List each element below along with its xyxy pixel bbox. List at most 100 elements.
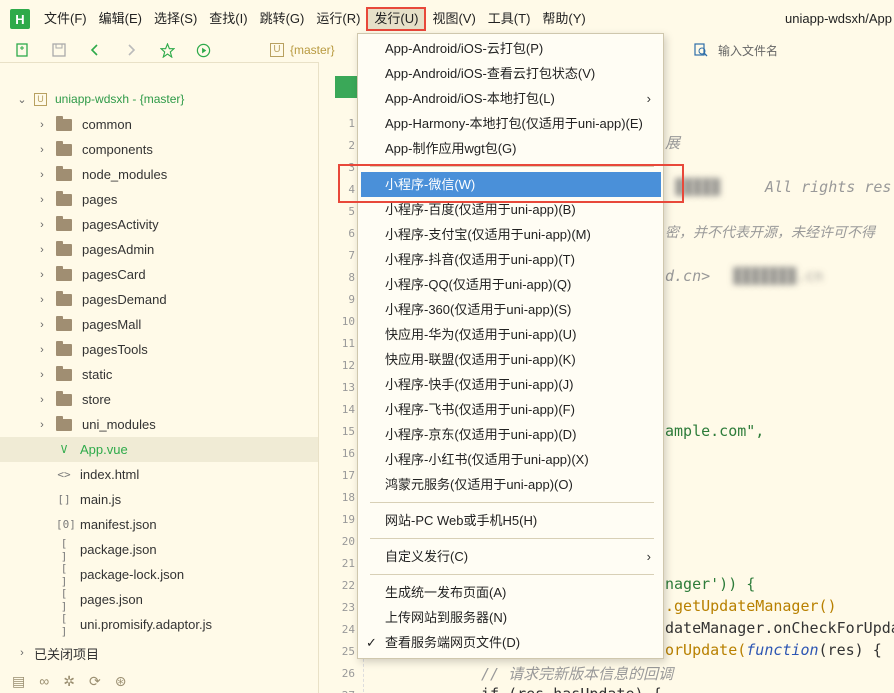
menu-release[interactable]: 发行(U)	[366, 7, 427, 31]
menu-item-label: 小程序-京东(仅适用于uni-app)(D)	[385, 427, 577, 442]
menu-item-miniprogram-6[interactable]: 快应用-华为(仅适用于uni-app)(U)	[358, 322, 663, 347]
menu-item-app-0[interactable]: App-Android/iOS-云打包(P)	[358, 36, 663, 61]
menu-item-label: 小程序-小红书(仅适用于uni-app)(X)	[385, 452, 589, 467]
folder-pagesdemand[interactable]: › pagesDemand	[0, 287, 318, 312]
file-index-html[interactable]: <> index.html	[0, 462, 318, 487]
menu-item-label: App-Android/iOS-云打包(P)	[385, 41, 544, 56]
menu-item-publish-2[interactable]: ✓ 查看服务端网页文件(D)	[358, 630, 663, 655]
menu-item-label: App-Android/iOS-本地打包(L)	[385, 91, 555, 106]
folder-label: pagesAdmin	[82, 242, 155, 257]
file-main-js[interactable]: [] main.js	[0, 487, 318, 512]
menu-item-miniprogram-12[interactable]: 鸿蒙元服务(仅适用于uni-app)(O)	[358, 472, 663, 497]
menu-item-publish-0[interactable]: 生成统一发布页面(A)	[358, 580, 663, 605]
menu-item-miniprogram-4[interactable]: 小程序-QQ(仅适用于uni-app)(Q)	[358, 272, 663, 297]
submenu-arrow-icon: ›	[646, 549, 651, 564]
menu-item-miniprogram-3[interactable]: 小程序-抖音(仅适用于uni-app)(T)	[358, 247, 663, 272]
folder-pagesmall[interactable]: › pagesMall	[0, 312, 318, 337]
forward-arrow-icon[interactable]	[122, 41, 140, 59]
menu-tools[interactable]: 工具(T)	[482, 7, 537, 31]
menu-item-app-4[interactable]: App-制作应用wgt包(G)	[358, 136, 663, 161]
run-icon[interactable]	[194, 41, 212, 59]
folder-pagestools[interactable]: › pagesTools	[0, 337, 318, 362]
folder-node-modules[interactable]: › node_modules	[0, 162, 318, 187]
menu-item-miniprogram-2[interactable]: 小程序-支付宝(仅适用于uni-app)(M)	[358, 222, 663, 247]
menu-item-app-3[interactable]: App-Harmony-本地打包(仅适用于uni-app)(E)	[358, 111, 663, 136]
menu-item-app-2[interactable]: App-Android/iOS-本地打包(L) ›	[358, 86, 663, 111]
git-icon[interactable]: ⟳	[89, 673, 101, 690]
menu-file[interactable]: 文件(F)	[38, 7, 93, 31]
line-number: 7	[348, 249, 355, 262]
menu-view[interactable]: 视图(V)	[426, 7, 481, 31]
chevron-right-icon[interactable]: ›	[36, 119, 48, 131]
file-pages-json[interactable]: [ ] pages.json	[0, 587, 318, 613]
menu-item-label: 鸿蒙元服务(仅适用于uni-app)(O)	[385, 477, 573, 492]
folder-pagescard[interactable]: › pagesCard	[0, 262, 318, 287]
menu-goto[interactable]: 跳转(G)	[254, 7, 311, 31]
chevron-right-icon[interactable]: ›	[36, 369, 48, 381]
closed-projects[interactable]: › 已关闭项目	[0, 641, 318, 665]
menu-item-miniprogram-11[interactable]: 小程序-小红书(仅适用于uni-app)(X)	[358, 447, 663, 472]
folder-common[interactable]: › common	[0, 112, 318, 137]
folder-pagesadmin[interactable]: › pagesAdmin	[0, 237, 318, 262]
menu-find[interactable]: 查找(I)	[203, 7, 253, 31]
submenu-arrow-icon: ›	[646, 91, 651, 106]
menu-separator	[370, 574, 654, 575]
menu-item-label: App-制作应用wgt包(G)	[385, 141, 517, 156]
chevron-right-icon[interactable]: ›	[36, 194, 48, 206]
folder-icon[interactable]: ▤	[12, 673, 25, 690]
folder-uni-modules[interactable]: › uni_modules	[0, 412, 318, 437]
folder-icon	[56, 265, 72, 281]
chevron-right-icon[interactable]: ›	[36, 169, 48, 181]
line-number: 15	[341, 425, 355, 438]
bug-icon[interactable]: ✲	[63, 673, 75, 690]
back-arrow-icon[interactable]	[86, 41, 104, 59]
file-label: uni.promisify.adaptor.js	[80, 617, 212, 632]
folder-label: pagesMall	[82, 317, 142, 332]
project-root[interactable]: ⌄ U uniapp-wdsxh - {master}	[0, 87, 318, 111]
chevron-right-icon[interactable]: ›	[36, 319, 48, 331]
star-icon[interactable]	[158, 41, 176, 59]
menu-item-miniprogram-8[interactable]: 小程序-快手(仅适用于uni-app)(J)	[358, 372, 663, 397]
file-uni-promisify-adaptor-js[interactable]: [ ] uni.promisify.adaptor.js	[0, 612, 318, 638]
chevron-right-icon[interactable]: ›	[36, 219, 48, 231]
menu-item-label: 查看服务端网页文件(D)	[385, 635, 521, 650]
file-package-json[interactable]: [ ] package.json	[0, 537, 318, 563]
folder-components[interactable]: › components	[0, 137, 318, 162]
chevron-down-icon[interactable]: ⌄	[16, 93, 28, 106]
file-manifest-json[interactable]: [0] manifest.json	[0, 512, 318, 537]
plugin-icon[interactable]: ⊛	[115, 673, 127, 690]
new-file-icon[interactable]	[14, 41, 32, 59]
menu-run[interactable]: 运行(R)	[310, 7, 366, 31]
editor-tab-branch[interactable]: U {master}	[270, 40, 335, 60]
menu-item-web-h5[interactable]: 网站-PC Web或手机H5(H)	[358, 508, 663, 533]
chevron-right-icon[interactable]: ›	[36, 144, 48, 156]
chevron-right-icon[interactable]: ›	[36, 244, 48, 256]
file-package-lock-json[interactable]: [ ] package-lock.json	[0, 562, 318, 588]
menu-item-miniprogram-9[interactable]: 小程序-飞书(仅适用于uni-app)(F)	[358, 397, 663, 422]
folder-pages[interactable]: › pages	[0, 187, 318, 212]
binoculars-icon[interactable]: ∞	[39, 673, 49, 689]
chevron-right-icon[interactable]: ›	[36, 294, 48, 306]
menu-item-miniprogram-5[interactable]: 小程序-360(仅适用于uni-app)(S)	[358, 297, 663, 322]
file-search-box[interactable]: 输入文件名	[688, 39, 894, 61]
menu-item-publish-1[interactable]: 上传网站到服务器(N)	[358, 605, 663, 630]
chevron-right-icon[interactable]: ›	[36, 419, 48, 431]
code-line-25-text-b: function	[746, 641, 819, 659]
chevron-right-icon[interactable]: ›	[36, 344, 48, 356]
folder-static[interactable]: › static	[0, 362, 318, 387]
save-icon[interactable]	[50, 41, 68, 59]
folder-pagesactivity[interactable]: › pagesActivity	[0, 212, 318, 237]
menu-item-custom-release[interactable]: 自定义发行(C) ›	[358, 544, 663, 569]
menu-item-miniprogram-10[interactable]: 小程序-京东(仅适用于uni-app)(D)	[358, 422, 663, 447]
chevron-right-icon[interactable]: ›	[16, 647, 28, 659]
menu-help[interactable]: 帮助(Y)	[536, 7, 591, 31]
code-line-24: dateManager.onCheckForUpdat	[665, 619, 894, 637]
menu-item-app-1[interactable]: App-Android/iOS-查看云打包状态(V)	[358, 61, 663, 86]
chevron-right-icon[interactable]: ›	[36, 269, 48, 281]
chevron-right-icon[interactable]: ›	[36, 394, 48, 406]
folder-store[interactable]: › store	[0, 387, 318, 412]
menu-item-miniprogram-7[interactable]: 快应用-联盟(仅适用于uni-app)(K)	[358, 347, 663, 372]
menu-select[interactable]: 选择(S)	[148, 7, 203, 31]
menu-edit[interactable]: 编辑(E)	[93, 7, 148, 31]
file-app-vue[interactable]: V App.vue	[0, 437, 318, 462]
